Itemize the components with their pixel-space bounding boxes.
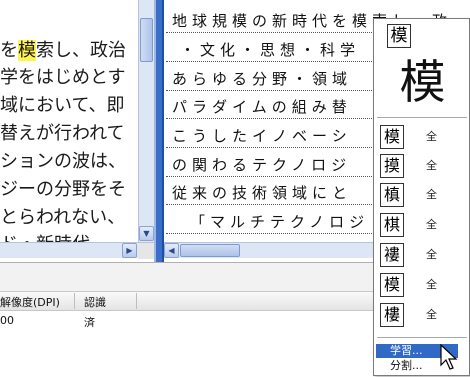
popup-divider [377,337,467,338]
resolution-cell: 00 [0,314,14,327]
line-separator [166,176,376,177]
left-text-pane[interactable]: を模索し、政治 学をはじめとす 域において、即 替えが行われて ションの波は、 … [0,0,140,242]
column-header-resolution[interactable]: 解像度(DPI) [0,294,60,310]
line-separator [166,118,376,119]
recognized-line: パラダイムの組み替 [172,98,352,116]
recognized-line: 従来の技術領域にと [172,184,353,202]
candidate-item[interactable]: 棋全 [374,213,470,238]
popup-divider [377,117,467,118]
recognized-line: あらゆる分野・領域 [172,70,353,88]
scroll-left-icon[interactable]: ◀ [164,243,179,258]
candidate-item[interactable]: 模全 [374,273,470,298]
candidate-popup: 模 模 模全 摸全 槙全 棋全 褸全 模全 樓全 学習... 分割... [373,18,470,376]
recognition-status-cell: 済 [84,316,95,329]
recognized-line: こうしたイノベーシ [172,127,352,145]
width-tag: 全 [426,248,437,261]
highlighted-character[interactable]: 模 [18,40,36,61]
left-line: 域において、即 [0,95,125,116]
corner-box [138,243,154,259]
left-line: ジーの分野をそ [0,179,126,200]
pane-splitter[interactable] [154,0,164,262]
column-header-recognition[interactable]: 認識 [84,294,106,310]
right-scroll-thumb[interactable] [180,244,240,257]
scroll-right-icon[interactable]: ▶ [122,243,137,258]
candidate-item[interactable]: 槙全 [374,183,470,208]
left-horizontal-scrollbar[interactable]: ▶ [0,242,154,259]
candidate-item[interactable]: 摸全 [374,154,470,179]
current-character-box[interactable]: 模 [387,24,411,48]
line-separator [166,90,376,91]
column-divider[interactable] [74,293,75,309]
width-tag: 全 [426,308,437,321]
left-line: ド・新時代 [0,230,90,242]
line-separator [166,61,376,62]
left-scroll-thumb[interactable] [140,18,153,62]
line-separator [166,204,376,205]
width-tag: 全 [426,188,437,201]
scroll-down-icon[interactable]: ▼ [139,226,154,241]
left-line: を模索し、政治 [0,40,126,61]
recognized-line: 「マルチテクノロジ [190,213,370,231]
left-line: 替えが行われて [0,123,125,144]
column-divider[interactable] [136,293,137,309]
width-tag: 全 [426,159,437,172]
left-line: 学をはじめとす [0,67,126,88]
candidate-item[interactable]: 樓全 [374,303,470,328]
line-separator [166,147,376,148]
width-tag: 全 [426,278,437,291]
recognized-line: ・文化・思想・科学 [180,41,361,59]
candidate-item[interactable]: 褸全 [374,243,470,268]
character-preview: 模 [399,55,446,109]
mouse-cursor-icon [440,344,458,370]
left-line: ションの波は、 [0,151,126,172]
left-line: とらわれない、 [0,207,126,228]
recognized-line: の関わるテクノロジ [172,156,352,174]
candidate-item[interactable]: 模全 [374,125,470,150]
line-separator [166,233,376,234]
width-tag: 全 [426,130,437,143]
left-vertical-scrollbar[interactable]: ▼ [138,0,154,242]
line-separator [166,32,376,33]
width-tag: 全 [426,218,437,231]
